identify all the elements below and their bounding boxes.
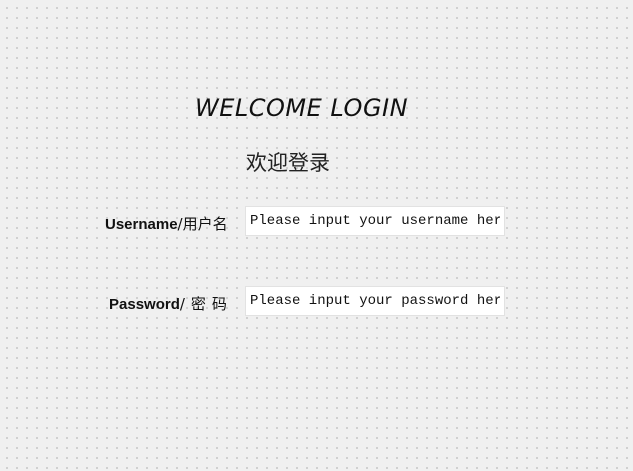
password-input[interactable]: [245, 286, 505, 316]
password-label-english: Password: [109, 296, 180, 313]
password-label: Password/密码: [109, 293, 233, 314]
username-label-english: Username: [105, 216, 178, 233]
username-input[interactable]: [245, 206, 505, 236]
login-form: WELCOME LOGIN 欢迎登录 Username/用户名 Password…: [0, 0, 633, 471]
welcome-title: WELCOME LOGIN: [195, 94, 409, 122]
welcome-title-chinese: 欢迎登录: [246, 151, 330, 175]
username-label-chinese: /用户名: [177, 215, 228, 233]
username-label: Username/用户名: [105, 213, 228, 234]
password-label-chinese: /密码: [179, 295, 233, 313]
